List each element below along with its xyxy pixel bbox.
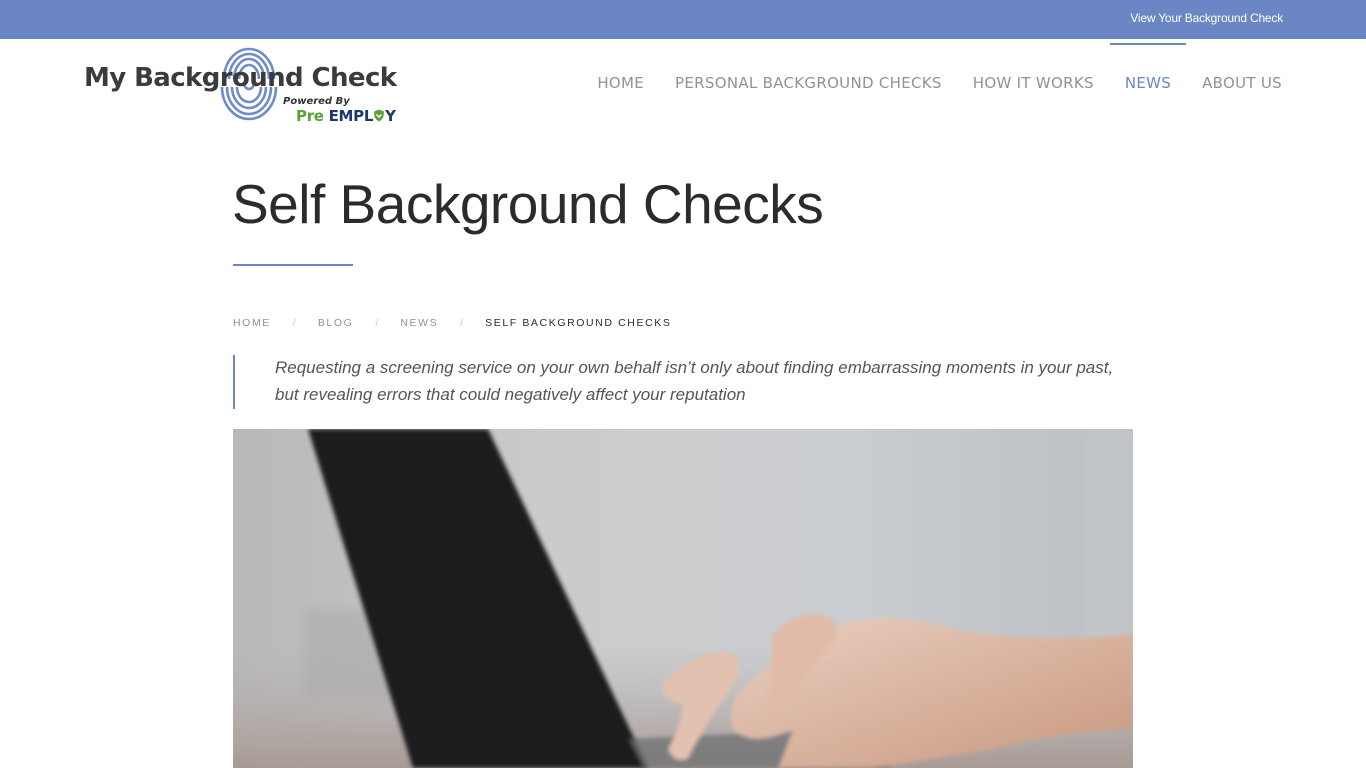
nav-how-it-works[interactable]: HOW IT WORKS: [973, 39, 1094, 134]
breadcrumb-home[interactable]: HOME: [233, 317, 271, 329]
site-header: My Background Check Powered By Pre EMPL Y…: [0, 39, 1366, 134]
nav-personal-background-checks[interactable]: PERSONAL BACKGROUND CHECKS: [675, 39, 942, 134]
article-excerpt-quote: Requesting a screening service on your o…: [233, 355, 1133, 409]
breadcrumb: HOME / BLOG / NEWS / SELF BACKGROUND CHE…: [233, 317, 671, 329]
nav-about-us[interactable]: ABOUT US: [1202, 39, 1282, 134]
nav-news[interactable]: NEWS: [1109, 39, 1187, 134]
title-underline: [233, 264, 353, 266]
brand-pre: Pre: [296, 107, 324, 125]
logo-powered-by: Powered By: [283, 96, 350, 107]
breadcrumb-current: SELF BACKGROUND CHECKS: [485, 317, 672, 329]
site-logo[interactable]: My Background Check Powered By Pre EMPL Y: [84, 41, 414, 127]
brand-employ-end: Y: [385, 107, 396, 125]
brand-employ: EMPL: [328, 107, 374, 125]
nav-home[interactable]: HOME: [597, 39, 644, 134]
laptop-typing-photo: [233, 429, 1133, 768]
quote-text: Requesting a screening service on your o…: [275, 358, 1114, 404]
breadcrumb-separator: /: [375, 317, 379, 329]
breadcrumb-separator: /: [460, 317, 464, 329]
preemploy-logo: Pre EMPL Y: [296, 107, 396, 125]
breadcrumb-separator: /: [292, 317, 296, 329]
view-background-check-link[interactable]: View Your Background Check: [1130, 11, 1283, 25]
shield-icon: [374, 109, 385, 122]
main-nav: HOME PERSONAL BACKGROUND CHECKS HOW IT W…: [566, 39, 1282, 134]
logo-title: My Background Check: [84, 63, 397, 93]
top-bar: View Your Background Check: [0, 0, 1366, 39]
hero-image: [233, 429, 1133, 768]
breadcrumb-blog[interactable]: BLOG: [318, 317, 354, 329]
breadcrumb-news[interactable]: NEWS: [400, 317, 438, 329]
page-title: Self Background Checks: [232, 173, 824, 235]
